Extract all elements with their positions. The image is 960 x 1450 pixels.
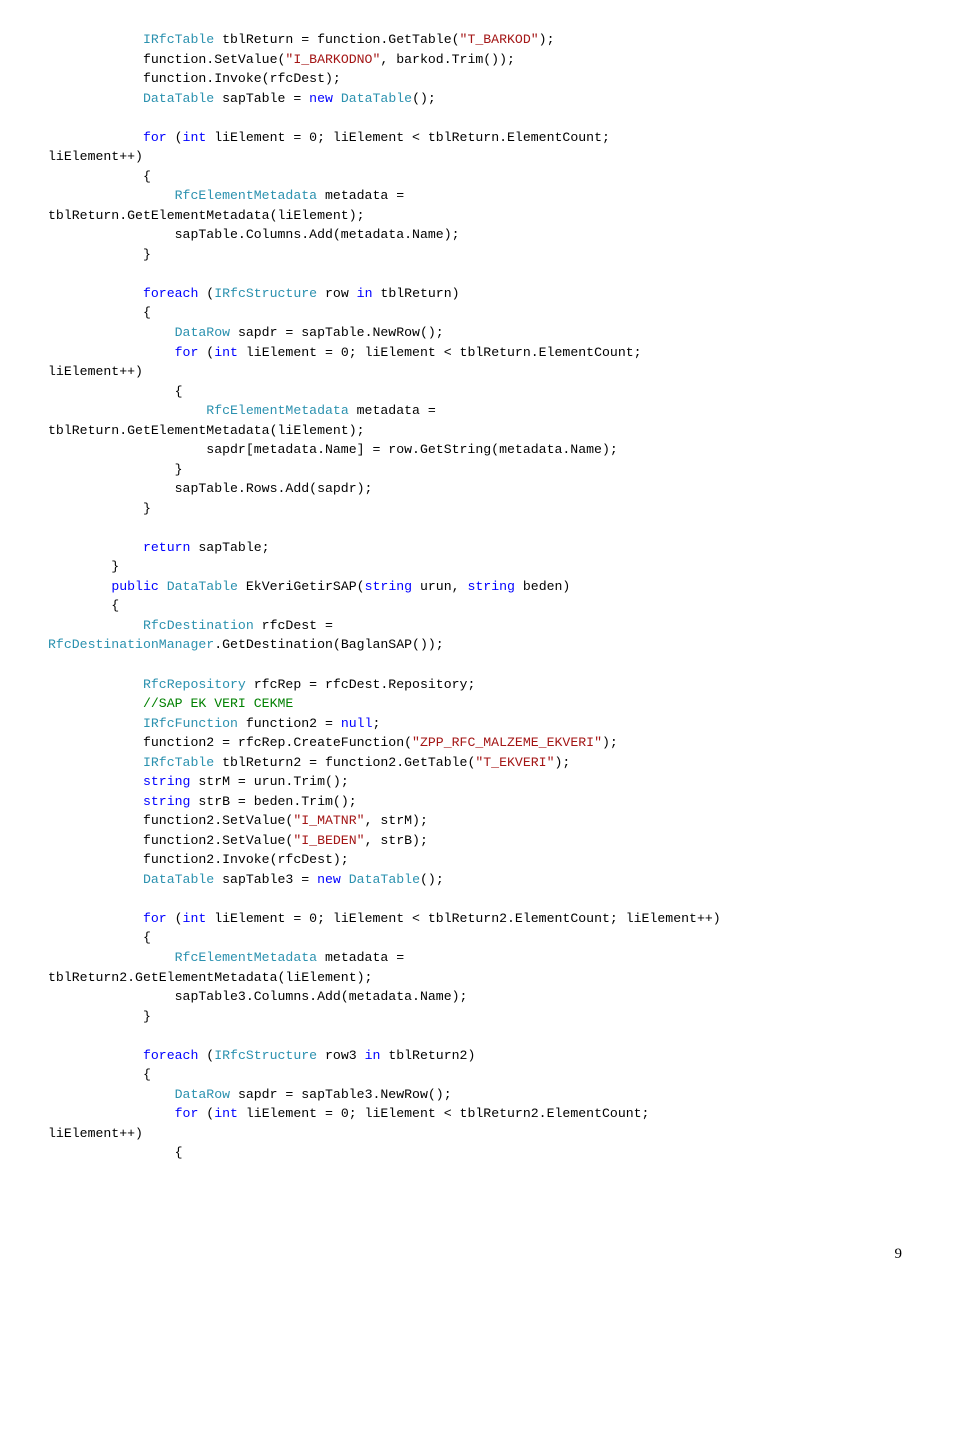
keyword-token: new — [309, 91, 333, 106]
string-token: "T_BARKOD" — [460, 32, 539, 47]
code-text: liElement++) — [48, 364, 143, 379]
code-text: (); — [412, 91, 436, 106]
type-token: IRfcTable — [143, 755, 214, 770]
code-text: tblReturn = function.GetTable( — [214, 32, 459, 47]
keyword-token: in — [365, 1048, 381, 1063]
code-text: sapTable.Rows.Add(sapdr); — [48, 481, 372, 496]
code-text: liElement++) — [48, 149, 143, 164]
string-token: "I_BEDEN" — [293, 833, 364, 848]
type-token: RfcDestinationManager — [48, 637, 214, 652]
type-token: RfcDestination — [143, 618, 254, 633]
type-token: DataTable — [143, 872, 214, 887]
code-text: sapTable.Columns.Add(metadata.Name); — [48, 227, 460, 242]
code-text: function.SetValue( — [48, 52, 285, 67]
code-text: tblReturn2) — [380, 1048, 475, 1063]
code-text: liElement = 0; liElement < tblReturn2.El… — [238, 1106, 657, 1121]
code-text: tblReturn2.GetElementMetadata(liElement)… — [48, 970, 372, 985]
string-token: "I_BARKODNO" — [285, 52, 380, 67]
type-token: DataTable — [341, 91, 412, 106]
keyword-token: for — [143, 911, 167, 926]
code-text: liElement = 0; liElement < tblReturn2.El… — [206, 911, 720, 926]
keyword-token: for — [175, 1106, 199, 1121]
keyword-token: public — [111, 579, 158, 594]
type-token: IRfcTable — [143, 32, 214, 47]
keyword-token: int — [214, 345, 238, 360]
code-text: rfcDest = — [254, 618, 341, 633]
keyword-token: in — [357, 286, 373, 301]
code-text: strB = beden.Trim(); — [190, 794, 356, 809]
type-token: DataRow — [175, 325, 230, 340]
code-text: urun, — [412, 579, 467, 594]
type-token: RfcElementMetadata — [175, 188, 317, 203]
code-text: function2 = rfcRep.CreateFunction( — [48, 735, 412, 750]
code-text: liElement = 0; liElement < tblReturn.Ele… — [206, 130, 618, 145]
code-text: function2 = — [238, 716, 341, 731]
code-text: beden) — [515, 579, 570, 594]
code-text: row — [317, 286, 357, 301]
code-text: metadata = — [317, 188, 412, 203]
code-text: liElement = 0; liElement < tblReturn.Ele… — [238, 345, 650, 360]
code-text: EkVeriGetirSAP( — [238, 579, 365, 594]
code-text: strM = urun.Trim(); — [190, 774, 348, 789]
keyword-token: return — [143, 540, 190, 555]
code-text: sapdr[metadata.Name] = row.GetString(met… — [48, 442, 618, 457]
keyword-token: int — [214, 1106, 238, 1121]
type-token: RfcRepository — [143, 677, 246, 692]
code-text: metadata = — [349, 403, 444, 418]
code-text: sapTable = — [214, 91, 309, 106]
code-text: , strB); — [365, 833, 428, 848]
keyword-token: for — [143, 130, 167, 145]
type-token: DataTable — [167, 579, 238, 594]
code-text: sapdr = sapTable3.NewRow(); — [230, 1087, 452, 1102]
type-token: IRfcStructure — [214, 286, 317, 301]
type-token: DataTable — [349, 872, 420, 887]
code-text: sapTable3 = — [214, 872, 317, 887]
string-token: "T_EKVERI" — [475, 755, 554, 770]
type-token: RfcElementMetadata — [175, 950, 317, 965]
code-text: sapdr = sapTable.NewRow(); — [230, 325, 444, 340]
keyword-token: new — [317, 872, 341, 887]
code-text: function2.Invoke(rfcDest); — [48, 852, 349, 867]
type-token: RfcElementMetadata — [206, 403, 348, 418]
code-text: sapTable; — [190, 540, 269, 555]
comment-token: //SAP EK VERI CEKME — [143, 696, 293, 711]
string-token: "I_MATNR" — [293, 813, 364, 828]
keyword-token: string — [467, 579, 514, 594]
type-token: DataRow — [175, 1087, 230, 1102]
code-text: tblReturn.GetElementMetadata(liElement); — [48, 208, 365, 223]
type-token: IRfcStructure — [214, 1048, 317, 1063]
code-text: tblReturn) — [373, 286, 460, 301]
code-text: .GetDestination(BaglanSAP()); — [214, 637, 444, 652]
keyword-token: foreach — [143, 286, 198, 301]
code-text: function.Invoke(rfcDest); — [48, 71, 341, 86]
code-text: liElement++) — [48, 1126, 143, 1141]
code-text: , barkod.Trim()); — [380, 52, 515, 67]
type-token: IRfcFunction — [143, 716, 238, 731]
code-text: function2.SetValue( — [48, 833, 293, 848]
code-text: (); — [420, 872, 444, 887]
code-text: tblReturn.GetElementMetadata(liElement); — [48, 423, 365, 438]
keyword-token: string — [143, 794, 190, 809]
keyword-token: foreach — [143, 1048, 198, 1063]
keyword-token: string — [365, 579, 412, 594]
keyword-token: string — [143, 774, 190, 789]
code-text: function2.SetValue( — [48, 813, 293, 828]
code-text: row3 — [317, 1048, 364, 1063]
code-text: metadata = — [317, 950, 412, 965]
page-number: 9 — [48, 1243, 912, 1265]
code-text: tblReturn2 = function2.GetTable( — [214, 755, 475, 770]
code-text: rfcRep = rfcDest.Repository; — [246, 677, 476, 692]
keyword-token: null — [341, 716, 373, 731]
code-text: ); — [539, 32, 555, 47]
code-text: sapTable3.Columns.Add(metadata.Name); — [48, 989, 467, 1004]
keyword-token: for — [175, 345, 199, 360]
keyword-token: int — [183, 911, 207, 926]
string-token: "ZPP_RFC_MALZEME_EKVERI" — [412, 735, 602, 750]
type-token: DataTable — [143, 91, 214, 106]
code-block: IRfcTable tblReturn = function.GetTable(… — [48, 30, 912, 1163]
code-text: , strM); — [365, 813, 428, 828]
keyword-token: int — [183, 130, 207, 145]
